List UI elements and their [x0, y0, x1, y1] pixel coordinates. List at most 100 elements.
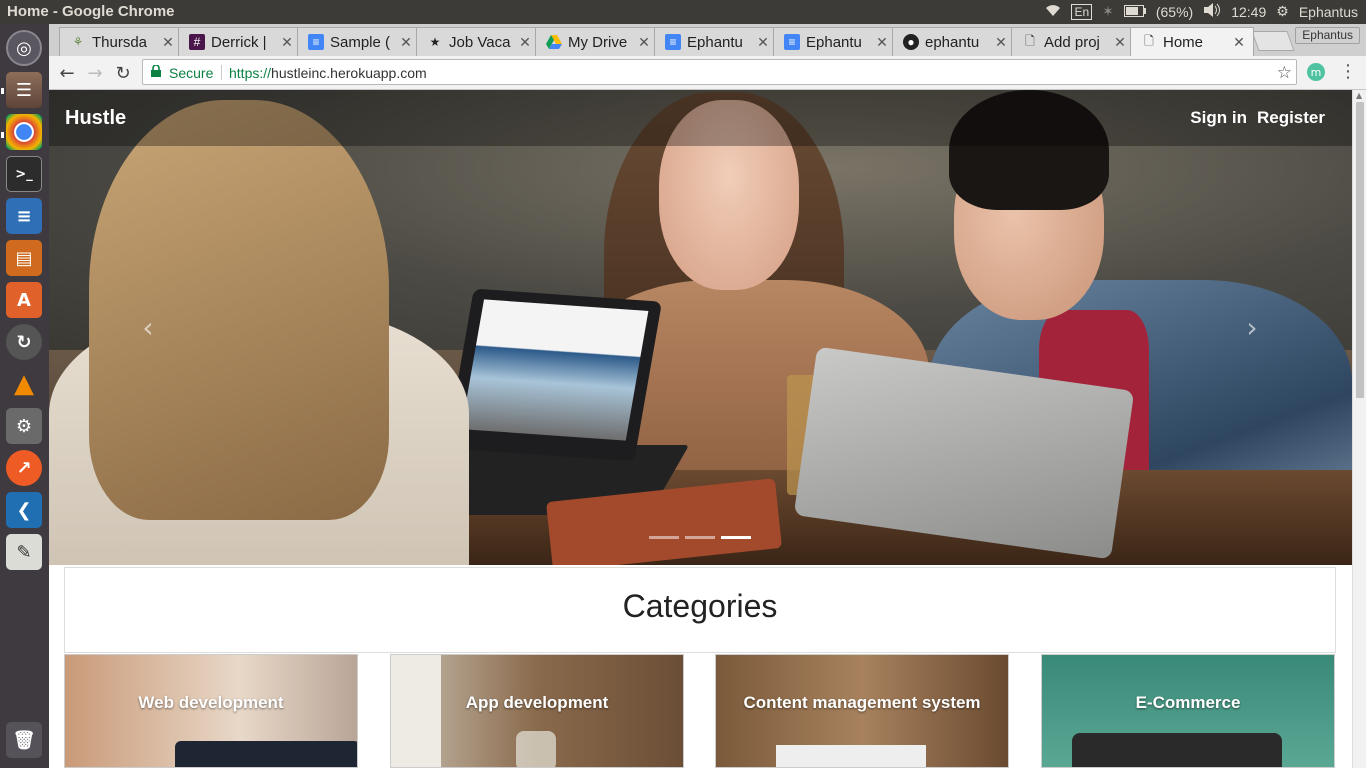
close-tab-icon[interactable]: ✕: [279, 34, 295, 51]
close-tab-icon[interactable]: ✕: [1231, 34, 1247, 51]
palm-icon: ⚘: [72, 35, 84, 49]
battery-percentage[interactable]: (65%): [1156, 4, 1193, 20]
docs-icon: ≡: [308, 34, 324, 50]
card-image-shape: [1072, 733, 1282, 767]
chrome-icon[interactable]: [6, 114, 42, 150]
sign-in-link[interactable]: Sign in: [1190, 108, 1247, 128]
system-tray: En ✶ (65%) 12:49 ⚙ Ephantus: [1045, 3, 1358, 20]
scrollbar-thumb[interactable]: [1356, 102, 1364, 398]
writer-icon[interactable]: ≡: [6, 198, 42, 234]
nav-links: Sign in Register: [1190, 108, 1325, 128]
browser-tab[interactable]: ≡ Ephantu ✕: [654, 27, 778, 56]
bluetooth-icon[interactable]: ✶: [1102, 3, 1114, 20]
close-tab-icon[interactable]: ✕: [160, 34, 176, 51]
extension-icon[interactable]: m: [1307, 63, 1325, 81]
battery-icon[interactable]: [1123, 4, 1146, 20]
tab-strip: ⚘ Thursda ✕ # Derrick | ✕ ≡ Sample ( ✕ ★…: [49, 24, 1366, 56]
carousel-prev-icon[interactable]: ‹: [133, 311, 163, 344]
category-card-content-management-system[interactable]: Content management system: [715, 654, 1009, 768]
browser-tab[interactable]: ● ephantu ✕: [892, 27, 1016, 56]
card-image-shape: [516, 731, 556, 767]
vscode-icon[interactable]: ❮: [6, 492, 42, 528]
trash-icon[interactable]: 🗑: [6, 722, 42, 758]
github-icon: ●: [903, 34, 919, 50]
close-tab-icon[interactable]: ✕: [398, 34, 414, 51]
postman-icon[interactable]: ↗: [6, 450, 42, 486]
category-title: Content management system: [743, 693, 981, 712]
omnibox-separator: [221, 65, 222, 80]
page-scrollbar[interactable]: ▲: [1352, 90, 1366, 768]
running-indicator: [1, 88, 4, 94]
running-indicator: [1, 132, 4, 138]
card-image-shape: [776, 745, 926, 767]
slack-icon: #: [189, 34, 205, 50]
impress-icon[interactable]: ▤: [6, 240, 42, 276]
browser-tab[interactable]: My Drive ✕: [535, 27, 659, 56]
browser-tab[interactable]: ≡ Ephantu ✕: [773, 27, 897, 56]
close-tab-icon[interactable]: ✕: [1112, 34, 1128, 51]
session-gear-icon[interactable]: ⚙: [1276, 3, 1289, 20]
text-editor-icon[interactable]: ✎: [6, 534, 42, 570]
session-user-name[interactable]: Ephantus: [1299, 4, 1358, 20]
hero-photo-shape: [445, 288, 663, 462]
close-tab-icon[interactable]: ✕: [993, 34, 1009, 51]
lock-icon: [151, 65, 161, 77]
dash-icon[interactable]: ◎: [6, 30, 42, 66]
carousel-next-icon[interactable]: ›: [1237, 311, 1267, 344]
reload-icon[interactable]: ↻: [111, 61, 135, 85]
clock[interactable]: 12:49: [1231, 4, 1266, 20]
category-card-app-development[interactable]: App development: [390, 654, 684, 768]
browser-tab[interactable]: ⚘ Thursda ✕: [59, 27, 183, 56]
card-image-shape: [175, 741, 357, 767]
carousel-indicator-active[interactable]: [721, 536, 751, 539]
category-card-web-development[interactable]: Web development: [64, 654, 358, 768]
settings-icon[interactable]: ⚙: [6, 408, 42, 444]
address-bar[interactable]: Secure https://hustleinc.herokuapp.com ☆: [142, 59, 1297, 85]
close-tab-icon[interactable]: ✕: [755, 34, 771, 51]
forward-arrow-icon[interactable]: →: [83, 61, 107, 85]
docs-icon: ≡: [784, 34, 800, 50]
categories-title: Categories: [622, 588, 778, 624]
profile-badge[interactable]: Ephantus: [1295, 27, 1360, 44]
page-icon: 🗋: [1025, 33, 1035, 48]
docs-icon: ≡: [665, 34, 681, 50]
new-tab-button[interactable]: [1251, 31, 1295, 51]
browser-tab[interactable]: 🗋 Add proj ✕: [1011, 27, 1135, 56]
category-title: Web development: [138, 693, 284, 712]
carousel-indicator[interactable]: [685, 536, 715, 539]
page-viewport: Hustle Sign in Register ‹ › Categories W…: [49, 90, 1352, 768]
volume-icon[interactable]: [1203, 3, 1221, 20]
close-tab-icon[interactable]: ✕: [874, 34, 890, 51]
keyboard-layout-indicator[interactable]: En: [1071, 3, 1093, 20]
software-center-icon[interactable]: A: [6, 282, 42, 318]
updater-icon[interactable]: ↻: [6, 324, 42, 360]
back-arrow-icon[interactable]: ←: [55, 61, 79, 85]
brand-logo[interactable]: Hustle: [65, 107, 126, 130]
register-link[interactable]: Register: [1257, 108, 1325, 128]
categories-header: Categories: [64, 567, 1336, 653]
scroll-up-icon[interactable]: ▲: [1356, 91, 1362, 100]
system-top-bar: Home - Google Chrome En ✶ (65%) 12:49 ⚙ …: [0, 0, 1366, 24]
browser-tab[interactable]: ≡ Sample ( ✕: [297, 27, 421, 56]
category-card-e-commerce[interactable]: E-Commerce: [1041, 654, 1335, 768]
hero-carousel: Hustle Sign in Register ‹ ›: [49, 90, 1352, 565]
wifi-icon[interactable]: [1045, 3, 1061, 20]
page-icon: 🗋: [1144, 33, 1154, 48]
close-tab-icon[interactable]: ✕: [636, 34, 652, 51]
url-text[interactable]: https://hustleinc.herokuapp.com: [229, 65, 427, 81]
files-icon[interactable]: ☰: [6, 72, 42, 108]
vlc-icon[interactable]: ▲: [6, 366, 42, 402]
browser-tab[interactable]: ★ Job Vaca ✕: [416, 27, 540, 56]
carousel-indicator[interactable]: [649, 536, 679, 539]
bookmark-star-icon[interactable]: ☆: [1277, 63, 1292, 83]
drive-icon: [546, 34, 562, 50]
menu-dots-icon[interactable]: ⋮: [1339, 61, 1357, 82]
category-title: App development: [465, 693, 609, 712]
browser-tab-active[interactable]: 🗋 Home ✕: [1130, 27, 1254, 56]
category-title: E-Commerce: [1135, 693, 1241, 712]
star-tab-icon: ★: [429, 35, 441, 49]
terminal-icon[interactable]: >_: [6, 156, 42, 192]
hero-photo-shape: [89, 100, 389, 520]
close-tab-icon[interactable]: ✕: [517, 34, 533, 51]
browser-tab[interactable]: # Derrick | ✕: [178, 27, 302, 56]
